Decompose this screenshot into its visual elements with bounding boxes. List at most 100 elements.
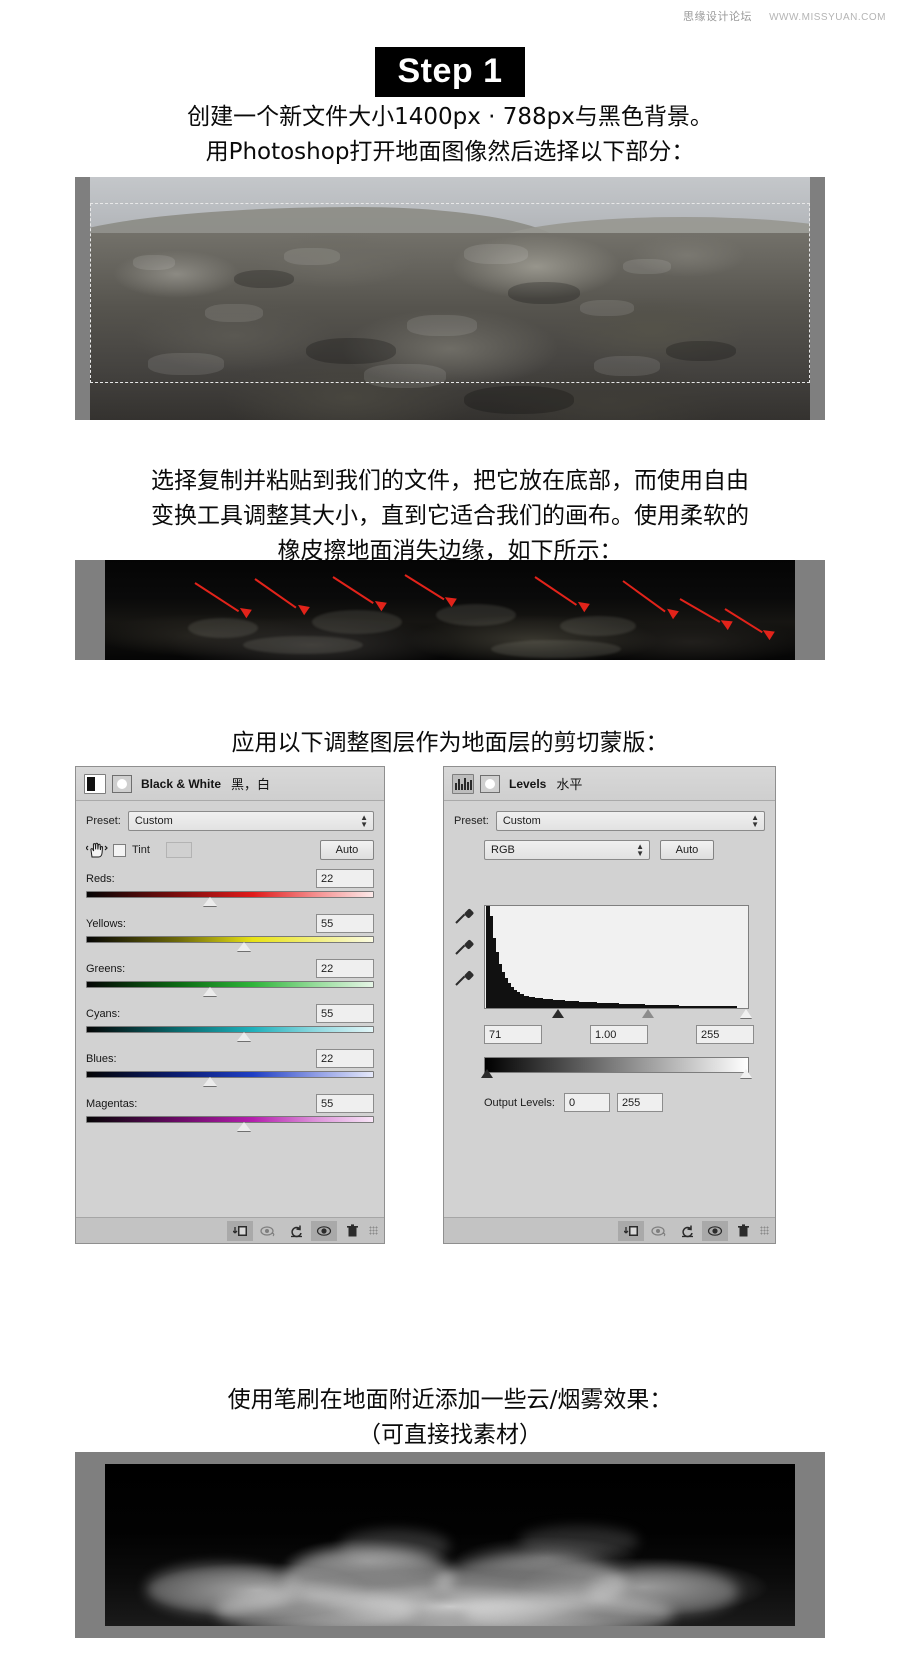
bw-slider-value[interactable]: 55 (316, 1094, 374, 1113)
levels-preset-label: Preset: (454, 815, 489, 827)
bw-panel-title-cn: 黑，白 (231, 778, 271, 793)
view-previous-state-icon[interactable] (646, 1221, 672, 1241)
bw-panel-titlebar: Black & White 黑，白 (76, 767, 384, 801)
bw-slider-value[interactable]: 22 (316, 869, 374, 888)
bw-slider-value[interactable]: 55 (316, 914, 374, 933)
watermark: 思缘设计论坛 WWW.MISSYUAN.COM (683, 8, 886, 24)
rock-highlight (205, 304, 264, 323)
bw-slider-thumb[interactable] (202, 1077, 217, 1086)
bw-slider-track[interactable] (86, 1026, 374, 1041)
rock-highlight (284, 247, 341, 265)
rock-shadow (507, 281, 580, 304)
bw-slider-track[interactable] (86, 981, 374, 996)
clouds-line-2: （可直接找素材） (358, 1422, 542, 1448)
rock-photo-image (90, 177, 810, 420)
ground-photo-frame (75, 560, 825, 660)
input-white-thumb[interactable] (740, 1009, 753, 1018)
levels-preset-select[interactable]: Custom ▲ ▼ (495, 811, 765, 831)
bw-slider-label: Greens: (86, 962, 126, 975)
adjust-paragraph: 应用以下调整图层作为地面层的剪切蒙版： (0, 726, 900, 761)
bw-slider-magentas: Magentas: 55 (86, 1094, 374, 1131)
cloud-photo-image (105, 1464, 795, 1626)
black-point-eyedropper-icon[interactable] (454, 908, 475, 931)
bw-slider-value[interactable]: 22 (316, 1049, 374, 1068)
bw-slider-thumb[interactable] (237, 942, 252, 951)
levels-channel-row: RGB ▲ ▼ Auto (454, 840, 765, 860)
bw-slider-thumb[interactable] (237, 1032, 252, 1041)
bw-preset-label: Preset: (86, 815, 121, 827)
levels-panel-titlebar: Levels 水平 (444, 767, 775, 801)
smoke-puff (519, 1525, 639, 1556)
panel-resize-grip[interactable] (369, 1226, 378, 1235)
bw-slider-thumb[interactable] (202, 897, 217, 906)
toggle-visibility-icon[interactable] (702, 1220, 728, 1241)
layer-mask-icon[interactable] (480, 774, 500, 793)
paste-paragraph: 选择复制并粘贴到我们的文件，把它放在底部，而使用自由 变换工具调整其大小，直到它… (0, 464, 900, 569)
bw-slider-blues: Blues: 22 (86, 1049, 374, 1086)
paste-line-2: 变换工具调整其大小，直到它适合我们的画布。使用柔软的 (151, 503, 749, 529)
rock-highlight (147, 352, 224, 375)
bw-slider-thumb[interactable] (202, 987, 217, 996)
input-gamma-thumb[interactable] (642, 1009, 655, 1018)
toggle-visibility-icon[interactable] (311, 1220, 337, 1241)
bw-slider-track[interactable] (86, 1071, 374, 1086)
levels-preset-row: Preset: Custom ▲ ▼ (454, 811, 765, 831)
levels-adjustment-icon[interactable] (452, 773, 474, 794)
levels-output-slider[interactable] (480, 1069, 753, 1081)
input-white-field[interactable]: 255 (696, 1025, 754, 1044)
input-gamma-field[interactable]: 1.00 (590, 1025, 648, 1044)
output-black-thumb[interactable] (480, 1069, 493, 1078)
layer-mask-icon[interactable] (112, 774, 132, 793)
smoke-puff (339, 1528, 450, 1563)
view-previous-state-icon[interactable] (255, 1221, 281, 1241)
output-white-field[interactable]: 255 (616, 1093, 663, 1112)
watermark-url: WWW.MISSYUAN.COM (769, 12, 886, 23)
chevron-updown-icon: ▲ ▼ (636, 842, 644, 858)
bw-slider-thumb[interactable] (237, 1122, 252, 1131)
bw-auto-button[interactable]: Auto (320, 840, 374, 860)
ground-photo-image (105, 560, 795, 660)
sky-region (90, 177, 810, 249)
reset-icon[interactable] (283, 1221, 309, 1241)
gray-point-eyedropper-icon[interactable] (454, 939, 475, 962)
selection-marquee-right (809, 203, 810, 383)
intro-line-1: 创建一个新文件大小1400px · 788px与黑色背景。 (187, 104, 713, 130)
bw-slider-track[interactable] (86, 891, 374, 906)
rock-shadow (234, 270, 294, 289)
clip-to-layer-icon[interactable] (618, 1220, 644, 1241)
bw-slider-value[interactable]: 55 (316, 1004, 374, 1023)
bw-slider-track[interactable] (86, 1116, 374, 1131)
cloud-photo-frame (75, 1452, 825, 1638)
tint-checkbox[interactable] (113, 843, 126, 857)
targeted-adjustment-hand-icon[interactable] (85, 840, 108, 860)
input-black-field[interactable]: 71 (484, 1025, 542, 1044)
smoke-puff (215, 1590, 416, 1626)
rock-shadow (306, 337, 396, 364)
bw-slider-value[interactable]: 22 (316, 959, 374, 978)
white-point-eyedropper-icon[interactable] (454, 970, 475, 993)
levels-output-row: Output Levels: 0 255 (484, 1093, 754, 1112)
levels-input-slider[interactable] (484, 1009, 753, 1021)
output-black-field[interactable]: 0 (563, 1093, 610, 1112)
delete-layer-icon[interactable] (730, 1221, 756, 1241)
clip-to-layer-icon[interactable] (227, 1220, 253, 1241)
levels-channel-select[interactable]: RGB ▲ ▼ (484, 840, 650, 860)
reset-icon[interactable] (674, 1221, 700, 1241)
levels-histogram (484, 905, 749, 1009)
clouds-line-1: 使用笔刷在地面附近添加一些云/烟雾效果： (227, 1387, 673, 1413)
output-levels-label: Output Levels: (484, 1096, 555, 1109)
black-white-adjustment-icon[interactable] (84, 773, 106, 794)
rock-shadow (666, 341, 736, 362)
levels-auto-button[interactable]: Auto (660, 840, 714, 860)
bw-preset-select[interactable]: Custom ▲ ▼ (127, 811, 374, 831)
bw-slider-track[interactable] (86, 936, 374, 951)
output-white-thumb[interactable] (740, 1069, 753, 1078)
intro-paragraph: 创建一个新文件大小1400px · 788px与黑色背景。 用Photoshop… (0, 100, 900, 170)
intro-line-2: 用Photoshop打开地面图像然后选择以下部分： (205, 139, 695, 165)
bw-tint-row: Tint Auto (85, 840, 374, 860)
tint-color-swatch[interactable] (165, 842, 192, 858)
bw-slider-label: Magentas: (86, 1097, 138, 1110)
delete-layer-icon[interactable] (339, 1221, 365, 1241)
input-black-thumb[interactable] (552, 1009, 565, 1018)
panel-resize-grip[interactable] (760, 1226, 769, 1235)
